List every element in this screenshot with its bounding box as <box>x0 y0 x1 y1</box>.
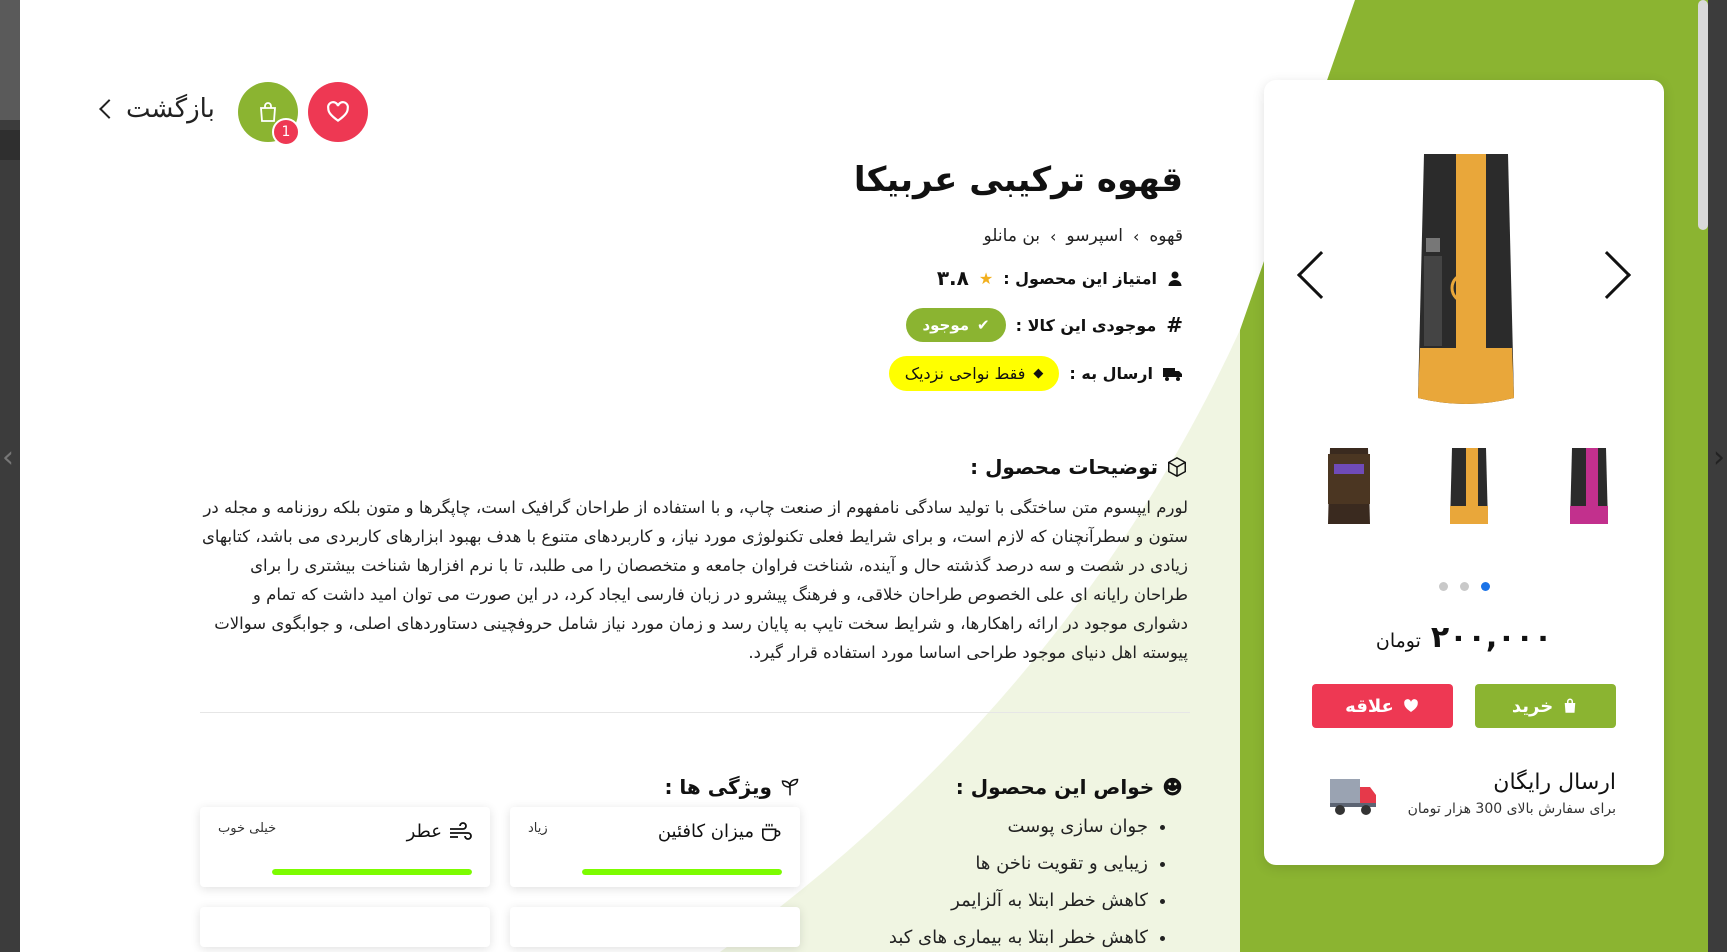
features-heading-wrap: ویژگی ها : <box>664 775 800 799</box>
feature-level-fill <box>272 869 472 875</box>
backdrop-prev-arrow-icon[interactable]: ‹ <box>2 440 14 475</box>
feature-card <box>200 907 490 947</box>
description-heading-text: توضیحات محصول : <box>970 455 1158 479</box>
feature-level-bar <box>582 869 782 875</box>
shipping-value: فقط نواحی نزدیک <box>904 364 1026 383</box>
breadcrumb-item[interactable]: قهوه <box>1149 226 1183 246</box>
back-button[interactable]: بازگشت <box>99 94 215 124</box>
features-heading-text: ویژگی ها : <box>664 775 772 799</box>
feature-level: زیاد <box>528 821 548 836</box>
price-currency: تومان <box>1375 630 1421 652</box>
thumbnail-strip <box>1324 444 1614 528</box>
cart-button[interactable]: 1 <box>238 82 300 146</box>
truck-icon <box>1163 367 1182 381</box>
like-button[interactable]: علاقه <box>1312 684 1453 728</box>
shipping-subtitle: برای سفارش بالای 300 هزار تومان <box>1407 801 1616 817</box>
brain-icon: ☻ <box>1162 775 1183 799</box>
hash-icon: # <box>1166 313 1183 337</box>
feature-level: خیلی خوب <box>218 821 277 836</box>
product-properties: ☻ خواص این محصول : جوان سازی پوست زیبایی… <box>883 775 1183 952</box>
feature-cards-row-2 <box>200 907 800 947</box>
list-item: زیبایی و تقویت ناخن ها <box>883 852 1148 875</box>
buy-label: خرید <box>1511 695 1554 717</box>
feature-title: میزان کافئین <box>528 821 782 842</box>
feature-name: میزان کافئین <box>657 821 754 842</box>
breadcrumb: قهوه › اسپرسو › بن مانلو <box>763 226 1184 246</box>
product-features: ویژگی ها : میزان کافئین زیاد عطر خیلی خو… <box>200 775 800 947</box>
shipping-title: ارسال رایگان <box>1493 770 1616 795</box>
stock-status-text: موجود <box>922 316 970 334</box>
check-icon: ✔ <box>977 316 990 334</box>
price: ۲۰۰,۰۰۰ تومان <box>1264 620 1664 655</box>
feature-card-caffeine: میزان کافئین زیاد <box>510 807 800 887</box>
shopping-bag-icon <box>1564 698 1576 713</box>
carousel-dot[interactable] <box>1438 582 1448 591</box>
box-icon <box>1168 456 1186 478</box>
stock-status-badge: ✔ موجود <box>906 308 1006 342</box>
list-item: جوان سازی پوست <box>883 815 1148 838</box>
carousel-dot[interactable] <box>1459 582 1469 591</box>
free-shipping-info: ارسال رایگان برای سفارش بالای 300 هزار ت… <box>1408 770 1616 817</box>
product-thumbnail[interactable] <box>1444 444 1494 528</box>
cart-count-badge: 1 <box>272 118 300 146</box>
box-icon: ◆ <box>1033 366 1044 381</box>
list-item: کاهش خطر ابتلا به آلزایمر <box>883 889 1148 912</box>
section-divider <box>200 712 1190 713</box>
product-thumbnail[interactable] <box>1564 444 1614 528</box>
shipping-badge: ◆ فقط نواحی نزدیک <box>888 356 1060 391</box>
list-item: کاهش خطر ابتلا به بیماری های کبد <box>883 926 1148 949</box>
breadcrumb-item[interactable]: بن مانلو <box>984 226 1041 246</box>
scrollbar-thumb[interactable] <box>1698 0 1708 230</box>
feature-level-bar <box>272 869 472 875</box>
background-strip <box>0 0 20 120</box>
rating-row: امتیاز این محصول : ★ ۳.۸ <box>763 266 1183 290</box>
chevron-left-icon: › <box>1132 226 1140 246</box>
carousel-dot[interactable] <box>1480 582 1490 591</box>
feature-card-aroma: عطر خیلی خوب <box>200 807 490 887</box>
truck-icon <box>1330 779 1376 815</box>
favorite-button[interactable] <box>308 82 368 142</box>
product-image <box>1418 154 1514 404</box>
properties-heading-text: خواص این محصول : <box>955 775 1155 799</box>
heart-icon <box>1404 699 1418 712</box>
price-amount: ۲۰۰,۰۰۰ <box>1430 620 1553 655</box>
chevron-left-icon <box>99 99 119 119</box>
wind-icon <box>450 821 472 840</box>
breadcrumb-item[interactable]: اسپرسو <box>1066 226 1123 246</box>
shipping-label: ارسال به : <box>1069 364 1153 383</box>
rating-label: امتیاز این محصول : <box>1003 268 1157 288</box>
like-label: علاقه <box>1345 695 1394 717</box>
heart-icon <box>327 101 349 122</box>
back-label: بازگشت <box>126 94 215 124</box>
feature-cards: میزان کافئین زیاد عطر خیلی خوب <box>200 807 800 887</box>
properties-heading: ☻ خواص این محصول : <box>883 775 1183 799</box>
chevron-right-icon[interactable] <box>1582 250 1632 300</box>
star-icon: ★ <box>978 268 994 288</box>
feature-card <box>510 907 800 947</box>
chevron-left-icon: › <box>1050 226 1057 246</box>
description-heading: توضیحات محصول : <box>198 455 1188 479</box>
product-title: قهوه ترکیبی عربیکا <box>853 160 1183 200</box>
stock-label: موجودی این کالا : <box>1015 315 1157 335</box>
backdrop-next-arrow-icon[interactable]: › <box>1713 440 1725 475</box>
user-icon <box>1168 271 1182 286</box>
product-description: توضیحات محصول : لورم ایپسوم متن ساختگی ب… <box>198 455 1188 667</box>
rating-value: ۳.۸ <box>936 266 969 290</box>
shipping-row: ارسال به : ◆ فقط نواحی نزدیک <box>763 356 1183 391</box>
properties-list: جوان سازی پوست زیبایی و تقویت ناخن ها کا… <box>883 815 1183 949</box>
feature-level-fill <box>582 869 782 875</box>
product-modal: بازگشت 1 قهوه ترکیبی عربیکا قهوه › اسپرس… <box>20 0 1708 952</box>
sprout-icon <box>781 778 799 796</box>
coffee-cup-icon <box>762 823 781 841</box>
background-strip <box>0 130 20 160</box>
description-text: لورم ایپسوم متن ساختگی با تولید سادگی نا… <box>201 498 1188 662</box>
chevron-left-icon[interactable] <box>1296 250 1346 300</box>
product-info: قهوه ترکیبی عربیکا قهوه › اسپرسو › بن ما… <box>763 160 1183 391</box>
buy-button[interactable]: خرید <box>1475 684 1616 728</box>
product-thumbnail[interactable] <box>1324 444 1374 528</box>
feature-name: عطر <box>406 821 442 842</box>
product-card: ۲۰۰,۰۰۰ تومان خرید علاقه ارسال رایگان بر… <box>1264 80 1664 865</box>
stock-row: # موجودی این کالا : ✔ موجود <box>763 308 1183 342</box>
carousel-dots <box>1264 582 1664 591</box>
